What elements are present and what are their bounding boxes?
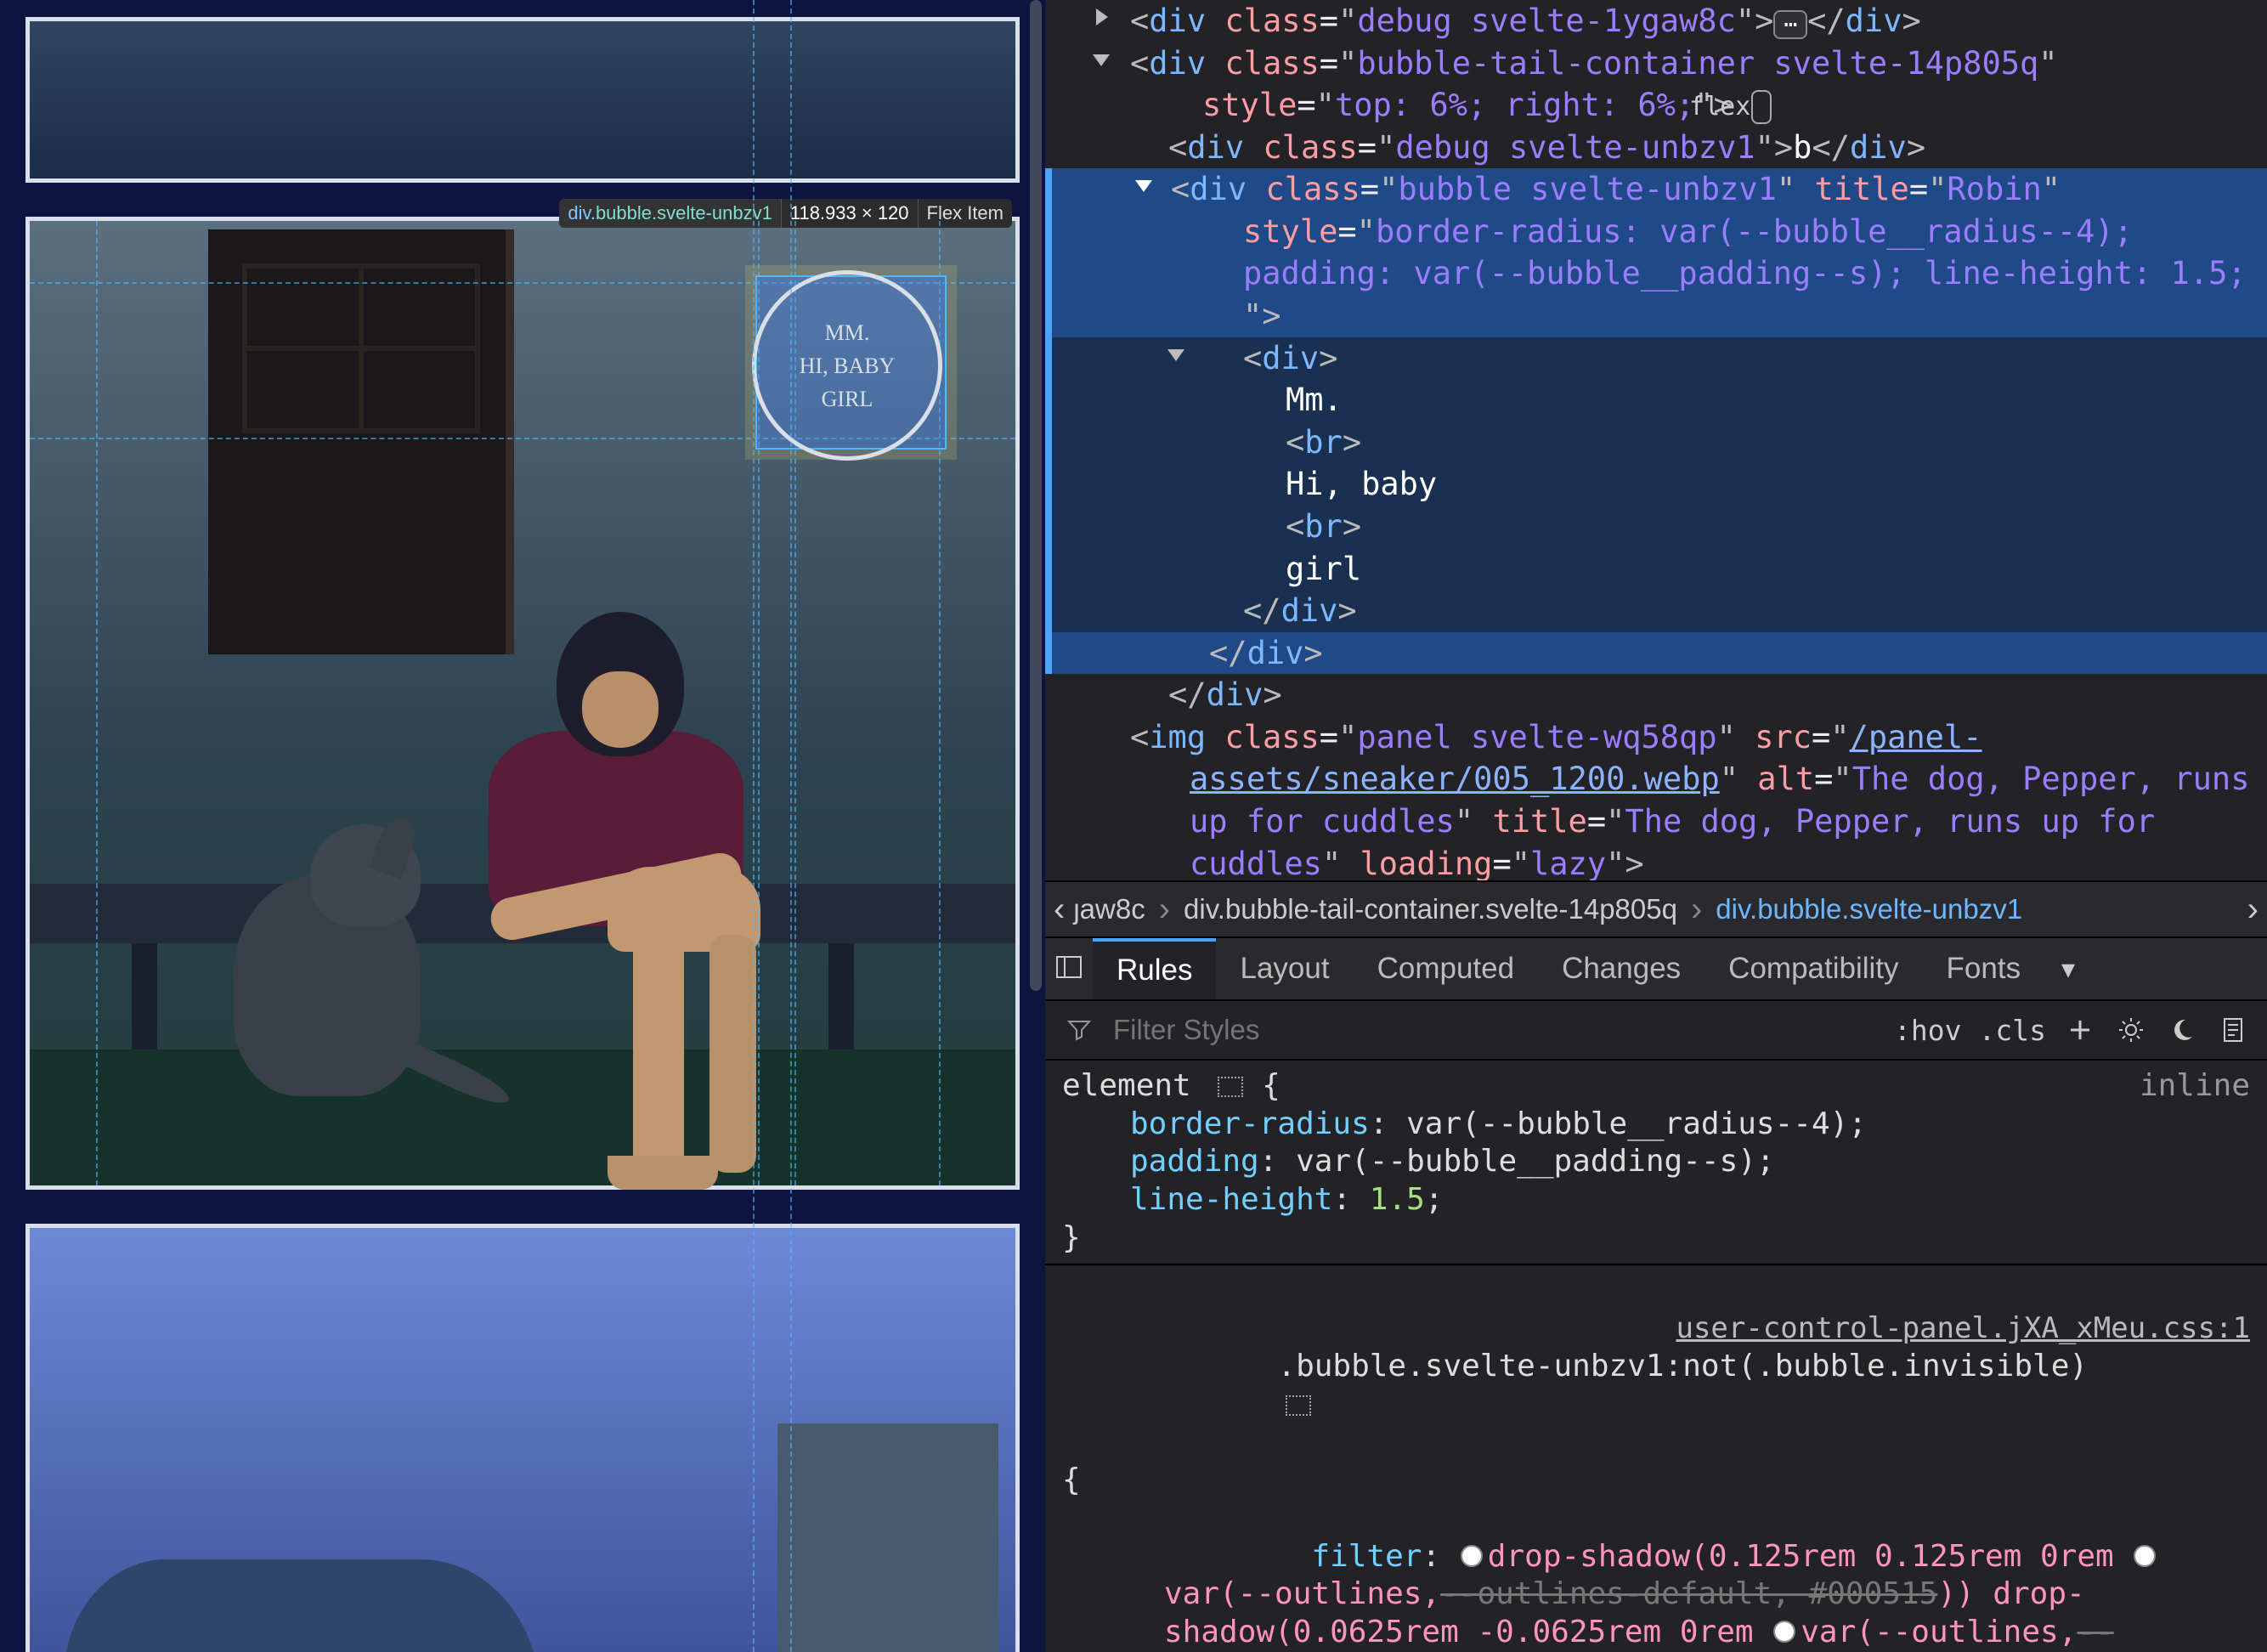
breadcrumb-truncated[interactable]: ȷaw8c <box>1073 893 1145 925</box>
devtools: <div class="debug svelte-1ygaw8c">⋯</div… <box>1045 0 2267 1652</box>
tab-layout[interactable]: Layout <box>1216 940 1353 998</box>
dom-tree[interactable]: <div class="debug svelte-1ygaw8c">⋯</div… <box>1045 0 2267 880</box>
tab-rules[interactable]: Rules <box>1093 938 1216 999</box>
prop-value[interactable]: var(--bubble__padding--s) <box>1296 1144 1756 1179</box>
bubble-line-2: HI, BABY <box>800 354 896 378</box>
dog-pepper <box>174 824 472 1147</box>
chevron-right-icon: › <box>1686 891 1707 929</box>
inspector-tooltip: div.bubble.svelte-unbzv1 118.933 × 120 F… <box>559 199 1012 228</box>
door-window <box>242 263 480 433</box>
rule-element[interactable]: inline element { border-radius: var(--bu… <box>1045 1061 2267 1265</box>
prop-name[interactable]: border-radius <box>1130 1106 1370 1141</box>
flex-badge-icon[interactable] <box>1286 1395 1311 1416</box>
breadcrumb-mid[interactable]: div.bubble-tail-container.svelte-14p805q <box>1184 893 1677 925</box>
selected-dom-node-close[interactable]: </div> <box>1045 632 2267 675</box>
color-swatch[interactable] <box>1461 1545 1483 1567</box>
breadcrumb-scroll-left[interactable]: ‹ <box>1054 891 1065 929</box>
tooltip-tag: div <box>568 202 591 223</box>
tooltip-dimensions: 118.933 × 120 <box>781 199 918 228</box>
plus-icon[interactable] <box>2063 1013 2097 1047</box>
prop-name[interactable]: filter <box>1311 1539 1422 1574</box>
rule-selector: element <box>1062 1068 1191 1103</box>
bubble-line-1: MM. <box>825 320 870 345</box>
scrollbar[interactable] <box>1030 0 1042 991</box>
style-tabs: Rules Layout Computed Changes Compatibil… <box>1045 936 2267 1001</box>
dom-text-hi: Hi, baby <box>1286 466 1437 502</box>
tooltip-classes: .bubble.svelte-unbzv1 <box>591 202 772 223</box>
tabs-overflow-icon[interactable]: ▾ <box>2044 953 2092 985</box>
page-preview[interactable]: div.bubble.svelte-unbzv1 118.933 × 120 F… <box>0 0 1045 1652</box>
color-swatch[interactable] <box>1773 1621 1795 1643</box>
rule-bubble-not-invisible[interactable]: user-control-panel.jXA_xMeu.css:1 .bubbl… <box>1045 1265 2267 1652</box>
light-mode-icon[interactable] <box>2114 1013 2148 1047</box>
flex-badge-icon[interactable] <box>1218 1077 1243 1097</box>
color-swatch[interactable] <box>2134 1545 2156 1567</box>
selected-dom-node[interactable]: <div class="bubble svelte-unbzv1" title=… <box>1045 168 2267 337</box>
filter-row: :hov .cls <box>1045 1001 2267 1061</box>
dom-text-girl: girl <box>1286 551 1361 587</box>
prop-value[interactable]: drop-shadow(0.125rem 0.125rem 0rem <box>1488 1539 2114 1574</box>
tab-compatibility[interactable]: Compatibility <box>1704 940 1922 998</box>
dom-text-mm: Mm. <box>1286 382 1343 418</box>
bubble-line-3: GIRL <box>822 387 873 411</box>
prop-value[interactable]: 1.5 <box>1370 1182 1425 1217</box>
speech-bubble: MM. HI, BABY GIRL <box>752 270 942 461</box>
comic-panel-2: div.bubble.svelte-unbzv1 118.933 × 120 F… <box>25 217 1020 1190</box>
tab-computed[interactable]: Computed <box>1354 940 1538 998</box>
tooltip-badge: Flex Item <box>918 199 1012 228</box>
chevron-right-icon: › <box>1154 891 1175 929</box>
comic-panel-3 <box>25 1224 1020 1652</box>
rule-selector: .bubble.svelte-unbzv1:not(.bubble.invisi… <box>1277 1349 2088 1383</box>
print-media-icon[interactable] <box>2216 1013 2250 1047</box>
hov-toggle[interactable]: :hov <box>1894 1014 1961 1047</box>
breadcrumb-scroll-right[interactable]: › <box>2247 891 2259 929</box>
funnel-icon <box>1062 1013 1096 1047</box>
prop-name[interactable]: padding <box>1130 1144 1259 1179</box>
breadcrumb-active[interactable]: div.bubble.svelte-unbzv1 <box>1716 893 2022 925</box>
dark-mode-icon[interactable] <box>2165 1013 2199 1047</box>
tab-fonts[interactable]: Fonts <box>1923 940 2045 998</box>
figure-robin <box>438 586 794 1028</box>
prop-value[interactable]: var(--bubble__radius--4) <box>1406 1106 1848 1141</box>
comic-panel-1 <box>25 17 1020 183</box>
house <box>777 1423 998 1652</box>
tab-changes[interactable]: Changes <box>1538 940 1704 998</box>
filter-styles-input[interactable] <box>1113 1014 1368 1046</box>
prop-name[interactable]: line-height <box>1130 1182 1332 1217</box>
rule-source-inline: inline <box>2140 1067 2250 1106</box>
bushes <box>64 1559 540 1652</box>
cls-toggle[interactable]: .cls <box>1979 1014 2046 1047</box>
breadcrumb[interactable]: ‹ ȷaw8c › div.bubble-tail-container.svel… <box>1045 880 2267 936</box>
toggle-sidebar-icon[interactable] <box>1045 953 1093 985</box>
rules-panel[interactable]: inline element { border-radius: var(--bu… <box>1045 1061 2267 1652</box>
flex-badge[interactable]: flex <box>1751 90 1772 124</box>
rule-source-link[interactable]: user-control-panel.jXA_xMeu.css:1 <box>1744 1310 2250 1346</box>
